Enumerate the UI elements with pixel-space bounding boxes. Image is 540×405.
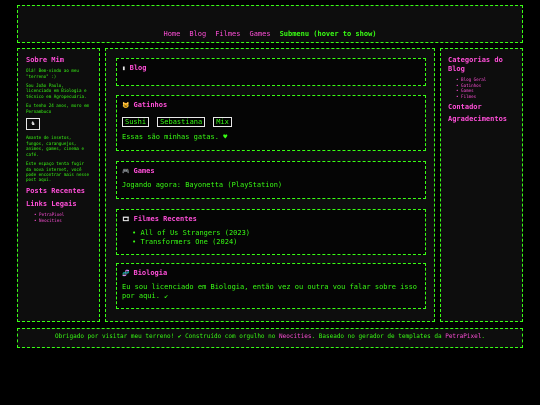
- recent-posts-title: Posts Recentes: [26, 186, 86, 195]
- films-title-label: Filmes Recentes: [133, 215, 197, 223]
- dna-icon: 🧬: [122, 269, 130, 277]
- games-text: Jogando agora: Bayonetta (PlayStation): [122, 181, 283, 189]
- biology-text: Eu sou licenciado em Biologia, então vez…: [122, 283, 418, 301]
- link-neocities[interactable]: Neocities: [34, 218, 91, 223]
- films-box: 🎞 Filmes Recentes All of Us Strangers (2…: [116, 209, 426, 255]
- games-title: 🎮 Games: [122, 167, 420, 175]
- cats-title-label: Gatinhos: [133, 101, 168, 109]
- biology-box: 🧬 Biologia Eu sou licenciado em Biologia…: [116, 263, 426, 309]
- about-age: Eu tenho 24 anos, moro em Pernambuco: [26, 103, 90, 114]
- biology-title-label: Biologia: [133, 269, 168, 277]
- petrapixel-link[interactable]: PetraPixel: [445, 333, 481, 340]
- about-title: Sobre Mim: [26, 56, 64, 64]
- cool-links-list: PetraPixel Neocities: [26, 212, 91, 223]
- cool-links-title: Links Legais: [26, 199, 77, 208]
- cat-image-sushi[interactable]: Sushi: [122, 117, 150, 127]
- nav-submenu[interactable]: Submenu (hover to show): [280, 30, 377, 38]
- thanks-link[interactable]: Agradecimentos: [448, 115, 515, 124]
- film-item: All of Us Strangers (2023): [132, 229, 420, 238]
- cat-image-mix[interactable]: Mix: [213, 117, 232, 127]
- cats-caption: Essas são minhas gatas. ♥: [122, 133, 228, 141]
- main-content: ▮ Blog 😺 Gatinhos Sushi Sebastiana Mix E…: [105, 48, 435, 322]
- biology-title: 🧬 Biologia: [122, 269, 420, 277]
- cat-images: Sushi Sebastiana Mix: [122, 117, 420, 127]
- category-item[interactable]: Filmes: [456, 94, 515, 99]
- page-icon: ▮: [122, 64, 126, 72]
- games-title-label: Games: [133, 167, 155, 175]
- nav-blog[interactable]: Blog: [189, 30, 206, 38]
- footer-text-end: .: [481, 333, 485, 340]
- cat-icon: 😺: [122, 101, 130, 109]
- counter-link[interactable]: Contador: [448, 103, 515, 112]
- blog-box: ▮ Blog: [116, 58, 426, 86]
- film-icon: 🎞: [122, 215, 130, 223]
- films-list: All of Us Strangers (2023) Transformers …: [122, 229, 420, 247]
- chess-knight-icon: ♞: [26, 118, 40, 131]
- footer-text-2: . Baseado no gerador de templates da: [311, 333, 442, 340]
- top-nav: Home Blog Filmes Games Submenu (hover to…: [18, 30, 522, 38]
- films-title: 🎞 Filmes Recentes: [122, 215, 420, 223]
- left-sidebar: Sobre Mim Olá! Bem-vindo ao meu "terreno…: [17, 48, 100, 322]
- film-item: Transformers One (2024): [132, 238, 420, 247]
- about-intro: Olá! Bem-vindo ao meu "terreno" :): [26, 68, 79, 79]
- games-box: 🎮 Games Jogando agora: Bayonetta (PlaySt…: [116, 161, 426, 199]
- cats-title: 😺 Gatinhos: [122, 101, 420, 109]
- about-bio: Sou João Paulo, licenciado em Biologia e…: [26, 83, 87, 99]
- gamepad-icon: 🎮: [122, 167, 130, 175]
- neocities-link[interactable]: Neocities: [279, 333, 312, 340]
- right-sidebar: Categorias do Blog Blog Geral Gatinhos G…: [440, 48, 523, 322]
- blog-title[interactable]: ▮ Blog: [122, 64, 420, 72]
- categories-list: Blog Geral Gatinhos Games Filmes: [448, 77, 515, 99]
- nav-films[interactable]: Filmes: [215, 30, 240, 38]
- nav-games[interactable]: Games: [250, 30, 271, 38]
- blog-title-label: Blog: [129, 64, 147, 72]
- footer-text-1: Obrigado por visitar meu terreno! ✔ Cons…: [55, 333, 276, 340]
- categories-title: Categorias do Blog: [448, 56, 503, 74]
- header: Home Blog Filmes Games Submenu (hover to…: [17, 5, 523, 43]
- cat-image-sebastiana[interactable]: Sebastiana: [157, 117, 206, 127]
- footer: Obrigado por visitar meu terreno! ✔ Cons…: [17, 328, 523, 348]
- about-space: Este espaço tenta fugir da nova internet…: [26, 161, 90, 183]
- about-interests: Amante de insetos, fungos, caranguejos, …: [26, 135, 84, 157]
- nav-home[interactable]: Home: [163, 30, 180, 38]
- cats-box: 😺 Gatinhos Sushi Sebastiana Mix Essas sã…: [116, 95, 426, 151]
